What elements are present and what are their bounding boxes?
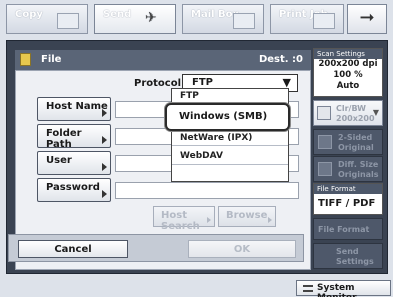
host-name-button[interactable]: Host Name <box>37 97 111 121</box>
tab-send[interactable]: Send ✈ <box>94 4 176 34</box>
resolution-value: 200x200 dpi <box>318 59 378 69</box>
user-button[interactable]: User <box>37 151 111 175</box>
folder-path-button[interactable]: Folder Path <box>37 124 111 150</box>
system-monitor-button[interactable]: System Monitor <box>296 280 391 297</box>
diff-size-text: Diff. Size Originals <box>338 160 379 180</box>
corner-arrow-icon <box>102 163 107 171</box>
scan-settings-panel: Scan Settings 200x200 dpi 100 % Auto <box>313 48 383 97</box>
user-label: User <box>46 155 72 166</box>
corner-arrow-icon <box>102 190 107 198</box>
next-arrow-button[interactable]: ➞ <box>347 4 387 34</box>
density-value: Auto <box>336 81 360 91</box>
file-format-button-label: File Format <box>318 225 370 234</box>
file-format-value: TIFF / PDF <box>318 198 376 209</box>
file-format-panel: File Format TIFF / PDF <box>313 183 383 215</box>
protocol-value: FTP <box>192 77 213 88</box>
password-button[interactable]: Password <box>37 178 111 202</box>
color-mode-line2: 200x200 <box>336 114 375 123</box>
scan-settings-header: Scan Settings <box>314 49 382 59</box>
file-format-button[interactable]: File Format <box>313 218 383 240</box>
dropdown-item-webdav[interactable]: WebDAV <box>180 151 223 161</box>
color-mode-icon <box>317 106 331 120</box>
diff-size-line1: Diff. Size <box>338 160 379 169</box>
host-name-label: Host Name <box>46 101 108 112</box>
browse-label: Browse <box>226 210 268 221</box>
send-icon: ✈ <box>145 10 157 26</box>
mailbox-icon <box>233 13 255 29</box>
file-title: File <box>41 54 62 65</box>
host-search-button[interactable]: Host Search <box>153 206 215 232</box>
arrow-right-icon: ➞ <box>359 7 375 28</box>
system-monitor-icon <box>303 285 313 292</box>
cancel-button[interactable]: Cancel <box>18 240 128 258</box>
file-icon <box>20 53 31 66</box>
send-settings-text: Send Settings <box>336 247 374 267</box>
tab-copy-label: Copy <box>15 9 43 20</box>
file-format-header: File Format <box>314 184 382 194</box>
printjob-icon <box>313 13 335 29</box>
divider <box>172 164 288 165</box>
two-sided-line1: 2-Sided <box>338 133 373 142</box>
color-mode-line1: Clr/BW <box>336 104 366 113</box>
dropdown-item-ftp[interactable]: FTP <box>180 91 199 101</box>
ok-button[interactable]: OK <box>188 240 296 258</box>
mode-tabs: Copy Send ✈ Mail Box Print Job ➞ <box>6 4 387 34</box>
diff-size-line2: Originals <box>338 170 379 179</box>
password-label: Password <box>46 182 100 193</box>
system-monitor-label: System Monitor <box>317 283 357 297</box>
diff-size-icon <box>318 162 332 176</box>
corner-arrow-icon <box>207 217 211 223</box>
tab-printjob[interactable]: Print Job <box>270 4 344 34</box>
send-settings-button[interactable]: Send Settings <box>313 243 383 269</box>
dest-count: Dest. :0 <box>258 54 303 65</box>
tab-send-label: Send <box>103 9 132 20</box>
two-sided-original-button[interactable]: 2-Sided Original <box>313 129 383 155</box>
file-header: File Dest. :0 <box>15 50 311 70</box>
zoom-value: 100 % <box>333 70 363 80</box>
divider <box>172 145 288 146</box>
password-field[interactable] <box>115 182 299 199</box>
browse-button[interactable]: Browse <box>218 206 276 227</box>
copy-icon <box>57 13 79 29</box>
chevron-down-icon: ▼ <box>372 108 379 117</box>
tab-copy[interactable]: Copy <box>6 4 88 34</box>
host-search-label: Host Search <box>161 210 200 232</box>
tab-mailbox-label: Mail Box <box>191 9 239 20</box>
dropdown-item-smb[interactable]: Windows (SMB) <box>165 103 290 131</box>
send-settings-line2: Settings <box>336 257 374 266</box>
two-sided-line2: Original <box>338 143 374 152</box>
folder-path-label: Folder Path <box>46 128 82 150</box>
two-sided-text: 2-Sided Original <box>338 133 374 153</box>
two-sided-icon <box>318 135 332 149</box>
screen: Copy Send ✈ Mail Box Print Job ➞ File De… <box>0 0 393 297</box>
dropdown-item-netware[interactable]: NetWare (IPX) <box>180 133 252 143</box>
diff-size-originals-button[interactable]: Diff. Size Originals <box>313 156 383 182</box>
tab-mailbox[interactable]: Mail Box <box>182 4 264 34</box>
color-mode-button[interactable]: Clr/BW 200x200 ▼ <box>313 100 383 126</box>
send-settings-line1: Send <box>336 247 359 256</box>
corner-arrow-icon <box>268 217 272 223</box>
corner-arrow-icon <box>102 136 107 144</box>
corner-arrow-icon <box>102 109 107 117</box>
